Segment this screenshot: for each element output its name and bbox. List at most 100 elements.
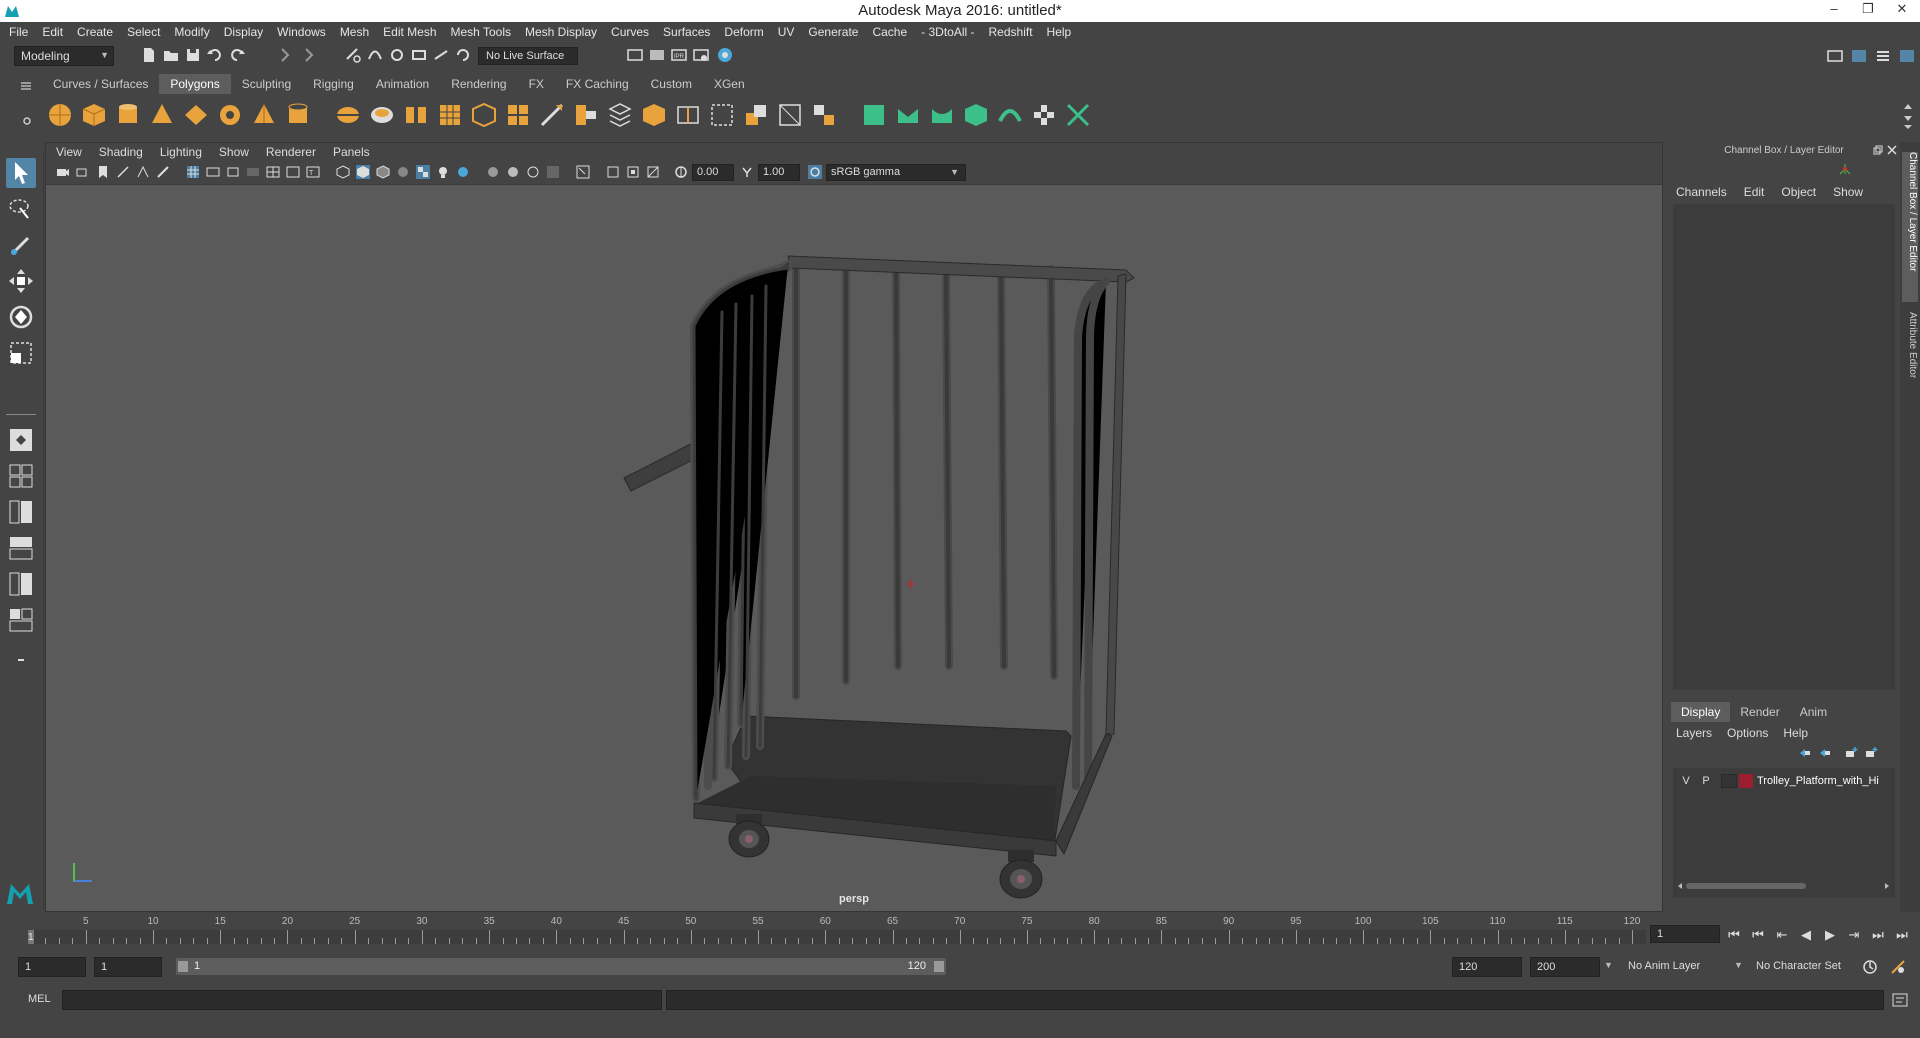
use-all-lights-icon[interactable] [436,165,450,179]
depth-of-field-icon[interactable] [546,165,560,179]
poly-torus-icon[interactable] [216,101,244,129]
step-forward-key-button[interactable]: ⏭ [1870,927,1886,943]
menu-cache[interactable]: Cache [872,25,907,39]
automatic-uv-icon[interactable] [996,101,1024,129]
range-start-handle[interactable] [178,961,188,972]
shadows-icon[interactable] [456,165,470,179]
move-layer-up-icon[interactable] [1798,746,1812,760]
restore-button[interactable]: ❐ [1858,1,1878,17]
safe-title-icon[interactable]: T [306,165,320,179]
poly-sphere-icon[interactable] [46,101,74,129]
lasso-tool[interactable] [6,194,36,224]
poly-pyramid-icon[interactable] [250,101,278,129]
bridge-icon[interactable] [572,101,600,129]
safe-action-icon[interactable] [286,165,300,179]
tab-display[interactable]: Display [1671,702,1731,722]
chevron-down-icon[interactable]: ▼ [1734,960,1743,970]
textured-icon[interactable] [416,165,430,179]
current-frame-field[interactable]: 1 [1650,925,1720,943]
tool-settings-toggle-icon[interactable] [1898,47,1916,65]
shelf-menu-icon[interactable] [20,80,32,92]
render-settings-icon[interactable] [692,46,710,64]
cylindrical-uv-icon[interactable] [928,101,956,129]
menu-help[interactable]: Help [1047,25,1072,39]
menu-mesh[interactable]: Mesh [340,25,369,39]
pencil-icon[interactable] [156,165,170,179]
custom-layout[interactable] [6,605,36,635]
mirror-icon[interactable] [470,101,498,129]
target-weld-icon[interactable] [776,101,804,129]
snap-live-icon[interactable] [432,46,450,64]
ipr-render-icon[interactable]: IPR [670,46,688,64]
menu-select[interactable]: Select [127,25,160,39]
close-button[interactable]: ✕ [1892,1,1912,17]
save-scene-icon[interactable] [184,46,202,64]
tab-curves-surfaces[interactable]: Curves / Surfaces [42,74,159,94]
menu-mesh-display[interactable]: Mesh Display [525,25,597,39]
move-layer-down-icon[interactable] [1818,746,1832,760]
field-chart-icon[interactable] [266,165,280,179]
menu-3dtoall[interactable]: - 3DtoAll - [921,25,974,39]
time-slider[interactable]: 5 10 15 20 25 30 35 40 45 50 55 60 65 70 75 80 85 90 95 100… [28,916,1646,946]
screen-space-ao-icon[interactable] [486,165,500,179]
new-layer-icon[interactable] [1844,746,1858,760]
tab-attribute-editor[interactable]: Attribute Editor [1902,312,1918,402]
vp-menu-panels[interactable]: Panels [333,145,370,159]
vp-menu-view[interactable]: View [56,145,82,159]
float-panel-icon[interactable] [1873,145,1883,155]
range-slider[interactable]: 1 120 [176,958,946,975]
channel-list[interactable] [1673,204,1895,690]
redo-icon[interactable] [228,46,246,64]
anti-aliasing-icon[interactable] [526,165,540,179]
persp-outliner-layout[interactable] [6,497,36,527]
anim-start-field[interactable]: 1 [18,957,86,977]
open-scene-icon[interactable] [162,46,180,64]
menu-mesh-tools[interactable]: Mesh Tools [451,25,511,39]
play-backwards-button[interactable]: ◀ [1798,927,1814,943]
camera-attributes-icon[interactable] [76,165,90,179]
persp-hypershade-layout[interactable] [6,569,36,599]
snap-view-plane-icon[interactable] [410,46,428,64]
chevron-down-icon[interactable]: ▼ [1604,960,1613,970]
xray-joints-icon[interactable] [626,165,640,179]
exposure-field[interactable]: 0.00 [692,164,734,181]
camera-icon[interactable] [56,165,70,179]
vp-menu-lighting[interactable]: Lighting [160,145,202,159]
layer-name[interactable]: Trolley_Platform_with_Hi [1757,775,1887,787]
image-plane-icon[interactable] [116,165,130,179]
offset-edge-loop-icon[interactable] [742,101,770,129]
persp-graph-layout[interactable] [6,533,36,563]
gamma-field[interactable]: 1.00 [758,164,800,181]
tab-anim[interactable]: Anim [1790,702,1837,722]
merge-icon[interactable] [810,101,838,129]
minimize-button[interactable]: ‒ [1824,1,1844,17]
menu-edit-mesh[interactable]: Edit Mesh [383,25,436,39]
selection-mask-icon[interactable] [276,46,294,64]
character-set-dropdown[interactable]: No Character Set [1750,957,1870,977]
attribute-editor-toggle-icon[interactable] [1874,47,1892,65]
auto-key-icon[interactable] [1862,959,1878,975]
mel-label[interactable]: MEL [28,993,51,1005]
tab-sculpting[interactable]: Sculpting [231,74,302,94]
move-tool[interactable] [6,266,36,296]
range-end-field[interactable]: 120 [1452,957,1522,977]
menu-curves[interactable]: Curves [611,25,649,39]
go-to-start-button[interactable]: ⏮ [1726,927,1742,943]
spherical-uv-icon[interactable] [962,101,990,129]
cb-menu-show[interactable]: Show [1833,185,1863,199]
menu-deform[interactable]: Deform [724,25,763,39]
scene-view[interactable] [46,186,1662,911]
menu-windows[interactable]: Windows [277,25,326,39]
poly-pipe-icon[interactable] [284,101,312,129]
tab-channel-box-layer-editor[interactable]: Channel Box / Layer Editor [1902,152,1918,302]
uv-editor-icon[interactable] [860,101,888,129]
cb-menu-channels[interactable]: Channels [1676,185,1727,199]
tab-custom[interactable]: Custom [640,74,703,94]
command-input[interactable] [62,990,662,1010]
menu-generate[interactable]: Generate [808,25,858,39]
tab-render[interactable]: Render [1730,702,1789,722]
menu-uv[interactable]: UV [778,25,795,39]
play-forwards-button[interactable]: ▶ [1822,927,1838,943]
hypershade-icon[interactable] [716,46,734,64]
script-editor-icon[interactable] [1892,993,1908,1007]
